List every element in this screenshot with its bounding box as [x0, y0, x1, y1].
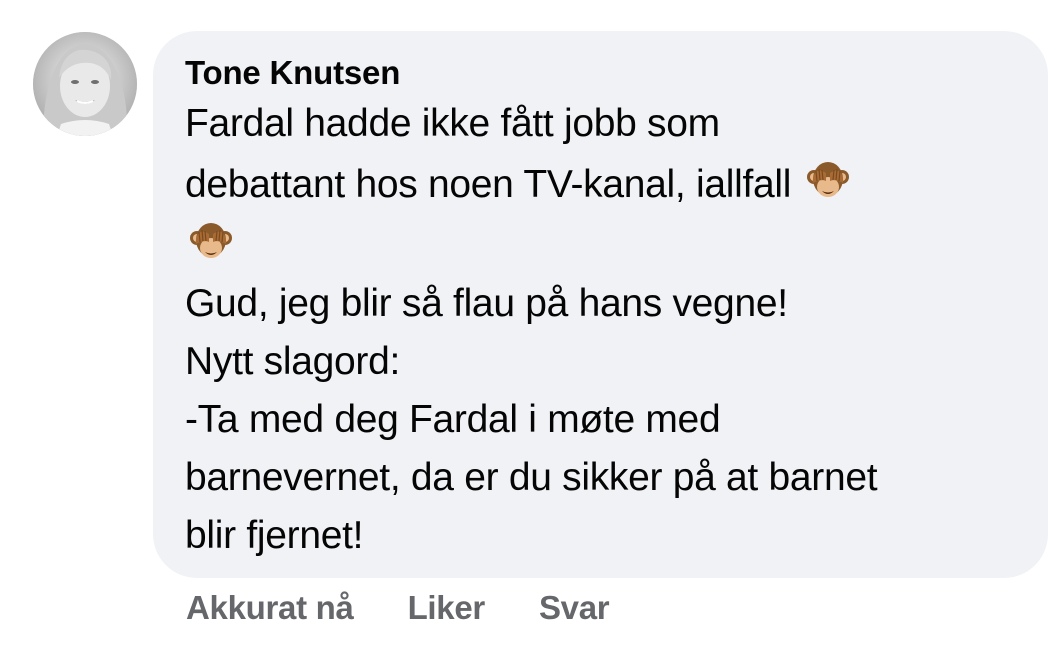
see-no-evil-monkey-icon — [185, 214, 237, 266]
comment-line: Fardal hadde ikke fått jobb som — [185, 102, 720, 145]
comment-author[interactable]: Tone Knutsen — [185, 53, 1028, 93]
comment-line: Nytt slagord: — [185, 340, 401, 383]
comment-line: blir fjernet! — [185, 514, 364, 557]
comment-line: barnevernet, da er du sikker på at barne… — [185, 456, 878, 499]
comment-timestamp[interactable]: Akkurat nå — [186, 589, 354, 627]
see-no-evil-monkey-icon — [802, 153, 854, 205]
comment-actions: Akkurat nå Liker Svar — [186, 585, 610, 631]
reply-button[interactable]: Svar — [539, 589, 610, 627]
comment-body: Fardal hadde ikke fått jobb som debattan… — [185, 95, 1028, 565]
comment-emoji-line — [185, 214, 1028, 275]
comment-bubble: Tone Knutsen Fardal hadde ikke fått jobb… — [153, 31, 1048, 578]
comment-line: debattant hos noen TV-kanal, iallfall — [185, 163, 792, 206]
comment-line: -Ta med deg Fardal i møte med — [185, 398, 721, 441]
comment-screen: Tone Knutsen Fardal hadde ikke fått jobb… — [0, 0, 1064, 658]
comment-line-with-emoji: debattant hos noen TV-kanal, iallfall — [185, 153, 1028, 214]
like-button[interactable]: Liker — [408, 589, 486, 627]
comment-line: Gud, jeg blir så flau på hans vegne! — [185, 282, 788, 325]
avatar[interactable] — [33, 32, 137, 136]
